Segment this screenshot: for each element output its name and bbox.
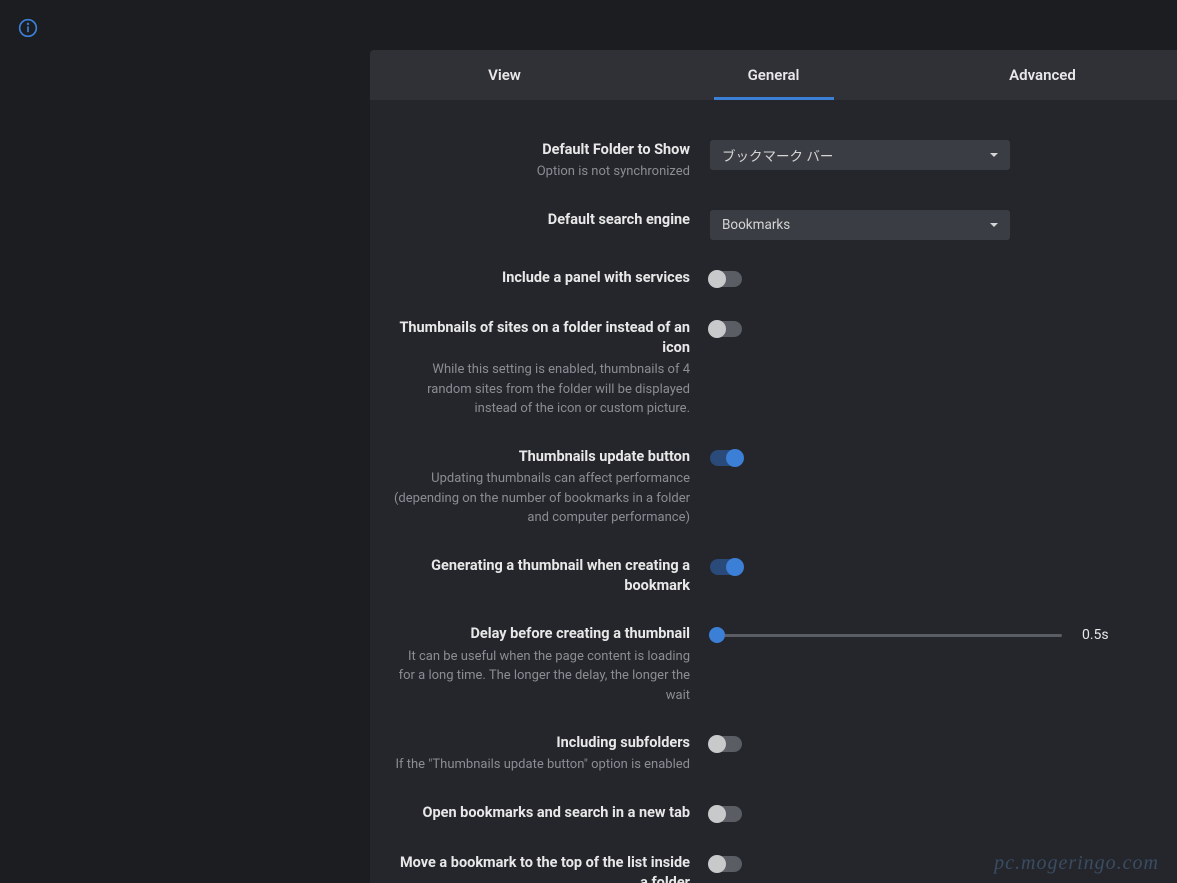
update-button-sub: Updating thumbnails can affect performan… bbox=[390, 469, 690, 528]
tab-advanced[interactable]: Advanced bbox=[908, 50, 1177, 100]
settings-content: Default Folder to Show Option is not syn… bbox=[370, 100, 1177, 883]
default-folder-label: Default Folder to Show bbox=[390, 140, 690, 160]
tab-general-label: General bbox=[748, 66, 800, 84]
delay-sub: It can be useful when the page content i… bbox=[390, 647, 690, 706]
delay-slider[interactable] bbox=[710, 634, 1062, 637]
setting-delay: Delay before creating a thumbnail It can… bbox=[390, 624, 1117, 705]
default-search-select[interactable]: Bookmarks bbox=[710, 210, 1010, 240]
delay-slider-wrap: 0.5s bbox=[710, 627, 1117, 643]
dropdown-caret-icon bbox=[990, 223, 998, 227]
move-to-top-toggle[interactable] bbox=[710, 856, 742, 872]
setting-generate-on-create: Generating a thumbnail when creating a b… bbox=[390, 556, 1117, 597]
setting-default-search: Default search engine Bookmarks bbox=[390, 210, 1117, 240]
tab-view[interactable]: View bbox=[370, 50, 639, 100]
include-panel-label: Include a panel with services bbox=[390, 268, 690, 288]
dropdown-caret-icon bbox=[990, 153, 998, 157]
move-to-top-label: Move a bookmark to the top of the list i… bbox=[390, 853, 690, 883]
setting-include-panel: Include a panel with services bbox=[390, 268, 1117, 290]
tab-advanced-label: Advanced bbox=[1009, 66, 1076, 84]
include-panel-toggle[interactable] bbox=[710, 271, 742, 287]
tab-bar: View General Advanced bbox=[370, 50, 1177, 100]
folder-thumbnails-sub: While this setting is enabled, thumbnail… bbox=[390, 360, 690, 419]
update-button-label: Thumbnails update button bbox=[390, 447, 690, 467]
include-subfolders-sub: If the "Thumbnails update button" option… bbox=[390, 755, 690, 775]
delay-value: 0.5s bbox=[1082, 627, 1117, 643]
update-button-toggle[interactable] bbox=[710, 450, 742, 466]
settings-panel: View General Advanced Default Folder to … bbox=[370, 50, 1177, 883]
tab-general[interactable]: General bbox=[639, 50, 908, 100]
setting-move-to-top: Move a bookmark to the top of the list i… bbox=[390, 853, 1117, 883]
default-folder-value: ブックマーク バー bbox=[722, 145, 833, 165]
folder-thumbnails-toggle[interactable] bbox=[710, 321, 742, 337]
tab-view-label: View bbox=[488, 66, 521, 84]
setting-folder-thumbnails: Thumbnails of sites on a folder instead … bbox=[390, 318, 1117, 419]
setting-include-subfolders: Including subfolders If the "Thumbnails … bbox=[390, 733, 1117, 775]
delay-label: Delay before creating a thumbnail bbox=[390, 624, 690, 644]
setting-update-button: Thumbnails update button Updating thumbn… bbox=[390, 447, 1117, 528]
include-subfolders-label: Including subfolders bbox=[390, 733, 690, 753]
default-search-value: Bookmarks bbox=[722, 217, 790, 233]
generate-on-create-label: Generating a thumbnail when creating a b… bbox=[390, 556, 690, 597]
generate-on-create-toggle[interactable] bbox=[710, 559, 742, 575]
setting-open-new-tab: Open bookmarks and search in a new tab bbox=[390, 803, 1117, 825]
include-subfolders-toggle[interactable] bbox=[710, 736, 742, 752]
setting-default-folder: Default Folder to Show Option is not syn… bbox=[390, 140, 1117, 182]
open-new-tab-toggle[interactable] bbox=[710, 806, 742, 822]
open-new-tab-label: Open bookmarks and search in a new tab bbox=[390, 803, 690, 823]
default-folder-select[interactable]: ブックマーク バー bbox=[710, 140, 1010, 170]
delay-slider-thumb[interactable] bbox=[709, 627, 725, 643]
info-icon[interactable] bbox=[18, 18, 38, 38]
default-folder-sub: Option is not synchronized bbox=[390, 162, 690, 182]
folder-thumbnails-label: Thumbnails of sites on a folder instead … bbox=[390, 318, 690, 359]
default-search-label: Default search engine bbox=[390, 210, 690, 230]
